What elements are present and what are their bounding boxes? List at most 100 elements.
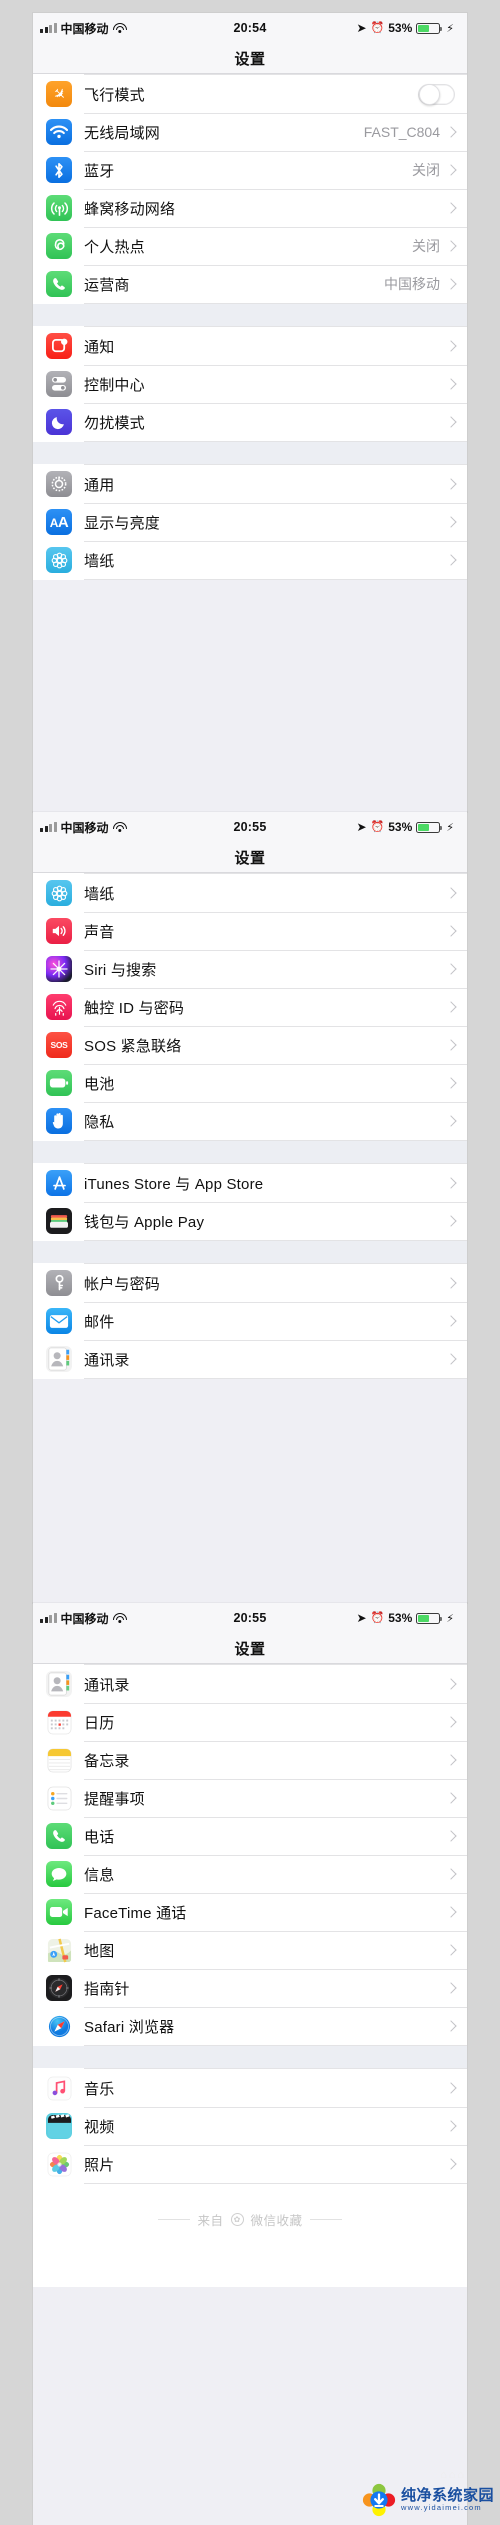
watermark-logo-icon: [362, 2483, 396, 2517]
moon-icon: [46, 409, 72, 435]
settings-row-privacy-hand[interactable]: 隐私: [33, 1102, 467, 1140]
source-prefix: 来自: [197, 2214, 224, 2228]
settings-row-gear[interactable]: 通用: [33, 465, 467, 503]
settings-row-wallpaper[interactable]: 墙纸: [33, 874, 467, 912]
messages-icon: [46, 1861, 72, 1887]
settings-row-siri[interactable]: Siri 与搜索: [33, 950, 467, 988]
settings-row-label: 电池: [84, 1075, 115, 1093]
sos-icon: SOS: [46, 1032, 72, 1058]
group-separator: [33, 1241, 467, 1263]
reminders-icon: [46, 1785, 72, 1811]
facetime-icon: [46, 1899, 72, 1925]
settings-row-hotspot[interactable]: 个人热点 关闭: [33, 227, 467, 265]
chevron-right-icon: [445, 1215, 457, 1227]
battery-percent-label: 53%: [388, 1611, 413, 1625]
settings-row-safari[interactable]: Safari 浏览器: [33, 2007, 467, 2045]
settings-list-2: 墙纸 声音 Siri 与搜索 触控 ID 与密码 SOS SOS 紧急联络电池隐私 iTun…: [33, 873, 467, 1379]
chevron-right-icon: [445, 1792, 457, 1804]
settings-row-label: 勿扰模式: [84, 414, 145, 432]
settings-row-notes[interactable]: 备忘录: [33, 1741, 467, 1779]
settings-row-key[interactable]: 帐户与密码: [33, 1264, 467, 1302]
settings-row-wallet[interactable]: 钱包与 Apple Pay: [33, 1202, 467, 1240]
settings-row-maps[interactable]: 地图: [33, 1931, 467, 1969]
divider-right: [309, 2219, 342, 2220]
settings-row-cellular[interactable]: 蜂窝移动网络: [33, 189, 467, 227]
group-separator: [33, 304, 467, 326]
settings-row-music[interactable]: 音乐: [33, 2069, 467, 2107]
status-bar-2: 中国移动 20:55 ➤ ⏰ 53% ⚡: [33, 812, 467, 842]
settings-row-videos[interactable]: 视频: [33, 2107, 467, 2145]
phone-icon: [46, 1823, 72, 1849]
settings-row-label: 视频: [84, 2118, 115, 2136]
settings-row-touch-id[interactable]: 触控 ID 与密码: [33, 988, 467, 1026]
settings-row-label: 音乐: [84, 2080, 115, 2098]
settings-row-reminders[interactable]: 提醒事项: [33, 1779, 467, 1817]
divider-left: [158, 2219, 191, 2220]
airplane-mode-toggle[interactable]: [418, 83, 455, 105]
chevron-right-icon: [445, 963, 457, 975]
chevron-right-icon: [445, 887, 457, 899]
source-attribution: 来自 ✿ 微信收藏: [33, 2184, 467, 2233]
settings-row-airplane[interactable]: ✈ 飞行模式: [33, 75, 467, 113]
chevron-right-icon: [445, 1277, 457, 1289]
settings-row-photos[interactable]: 照片: [33, 2145, 467, 2183]
alarm-clock-icon: ⏰: [370, 1611, 385, 1624]
settings-row-messages[interactable]: 信息: [33, 1855, 467, 1893]
hotspot-icon: [46, 233, 72, 259]
settings-row-app-store[interactable]: iTunes Store 与 App Store: [33, 1164, 467, 1202]
status-bar-3: 中国移动 20:55 ➤ ⏰ 53% ⚡: [33, 1603, 467, 1633]
settings-row-label: 个人热点: [84, 238, 145, 256]
settings-row-label: 钱包与 Apple Pay: [84, 1213, 205, 1231]
settings-row-control-center[interactable]: 控制中心: [33, 365, 467, 403]
list-divider: [84, 1378, 467, 1379]
settings-row-label: 帐户与密码: [84, 1275, 161, 1293]
chevron-right-icon: [445, 1754, 457, 1766]
settings-row-label: 显示与亮度: [84, 514, 161, 532]
settings-row-phone[interactable]: 电话: [33, 1817, 467, 1855]
location-arrow-icon: ➤: [356, 1611, 367, 1625]
settings-row-label: 电话: [84, 1828, 115, 1846]
watermark-title: 纯净系统家园: [400, 2487, 494, 2505]
mail-icon: [46, 1308, 72, 1334]
settings-row-label: 日历: [84, 1714, 115, 1732]
settings-row-phone[interactable]: 运营商 中国移动: [33, 265, 467, 303]
settings-row-sos[interactable]: SOS SOS 紧急联络: [33, 1026, 467, 1064]
settings-row-label: 提醒事项: [84, 1790, 145, 1808]
group-separator: [33, 1141, 467, 1163]
settings-row-calendar[interactable]: 日历: [33, 1703, 467, 1741]
chevron-right-icon: [445, 1678, 457, 1690]
page-title: 设置: [234, 849, 266, 867]
settings-row-display-aa[interactable]: AA 显示与亮度: [33, 503, 467, 541]
battery-percent-label: 53%: [388, 21, 413, 35]
settings-row-wallpaper[interactable]: 墙纸: [33, 541, 467, 579]
compass-icon: [46, 1975, 72, 2001]
wifi-icon: [46, 119, 72, 145]
settings-row-label: 通讯录: [84, 1351, 130, 1369]
maps-icon: [46, 1937, 72, 1963]
settings-row-wifi[interactable]: 无线局域网 FAST_C804: [33, 113, 467, 151]
settings-row-compass[interactable]: 指南针: [33, 1969, 467, 2007]
settings-row-moon[interactable]: 勿扰模式: [33, 403, 467, 441]
settings-row-notifications[interactable]: 通知: [33, 327, 467, 365]
settings-row-label: 照片: [84, 2156, 115, 2174]
settings-row-label: 无线局域网: [84, 124, 161, 142]
settings-row-label: 隐私: [84, 1113, 115, 1131]
settings-row-value: 关闭: [412, 162, 440, 178]
battery-icon: [416, 22, 443, 34]
group-separator: [33, 2046, 467, 2068]
charging-bolt-icon: ⚡: [446, 22, 454, 35]
settings-row-battery[interactable]: 电池: [33, 1064, 467, 1102]
page-title: 设置: [234, 50, 266, 68]
chevron-right-icon: [445, 1944, 457, 1956]
key-icon: [46, 1270, 72, 1296]
safari-icon: [46, 2013, 72, 2039]
chevron-right-icon: [445, 164, 457, 176]
settings-row-bluetooth[interactable]: 蓝牙 关闭: [33, 151, 467, 189]
settings-row-mail[interactable]: 邮件: [33, 1302, 467, 1340]
settings-row-contacts[interactable]: 通讯录: [33, 1665, 467, 1703]
settings-row-contacts[interactable]: 通讯录: [33, 1340, 467, 1378]
photos-icon: [46, 2151, 72, 2177]
sound-icon: [46, 918, 72, 944]
settings-row-sound[interactable]: 声音: [33, 912, 467, 950]
settings-row-facetime[interactable]: FaceTime 通话: [33, 1893, 467, 1931]
